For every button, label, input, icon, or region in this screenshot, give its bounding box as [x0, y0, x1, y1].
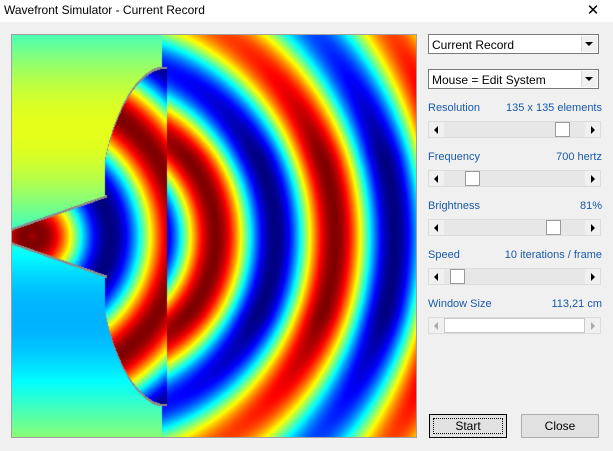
window-size-value: 113,21 cm [551, 298, 602, 310]
chevron-down-icon[interactable] [581, 36, 597, 52]
frequency-label: Frequency [428, 151, 480, 163]
brightness-slider-thumb[interactable] [546, 220, 562, 235]
close-button[interactable]: Close [521, 414, 599, 438]
arrow-right-icon[interactable] [585, 171, 600, 186]
window-size-label: Window Size [428, 298, 492, 310]
arrow-left-icon[interactable] [429, 269, 444, 284]
arrow-right-icon[interactable] [585, 220, 600, 235]
frequency-slider-thumb[interactable] [465, 171, 481, 186]
speed-value: 10 iterations / frame [504, 249, 602, 261]
brightness-slider[interactable] [428, 219, 601, 236]
window-size-slider[interactable] [428, 317, 601, 334]
window-size-slider-thumb [444, 318, 585, 333]
arrow-left-icon[interactable] [429, 220, 444, 235]
wave-simulation-view[interactable] [11, 34, 417, 438]
close-icon[interactable]: ✕ [578, 1, 608, 21]
brightness-value: 81% [579, 200, 602, 212]
start-button[interactable]: Start [429, 414, 507, 438]
resolution-slider-thumb[interactable] [554, 122, 570, 137]
speed-slider-thumb[interactable] [450, 269, 466, 284]
speed-label: Speed [428, 249, 460, 261]
arrow-left-icon[interactable] [429, 171, 444, 186]
window-title: Wavefront Simulator - Current Record [4, 3, 205, 17]
mouse-mode-select-value: Mouse = Edit System [432, 73, 546, 87]
arrow-left-icon [429, 318, 444, 333]
record-select[interactable]: Current Record [428, 34, 599, 54]
frequency-slider[interactable] [428, 170, 601, 187]
focus-rect [433, 418, 503, 434]
arrow-right-icon[interactable] [585, 122, 600, 137]
resolution-label: Resolution [428, 102, 480, 114]
speed-slider[interactable] [428, 268, 601, 285]
close-button-label: Close [544, 419, 576, 433]
brightness-label: Brightness [428, 200, 480, 212]
chevron-down-icon[interactable] [581, 71, 597, 87]
arrow-right-icon [585, 318, 600, 333]
record-select-value: Current Record [432, 38, 515, 52]
mouse-mode-select[interactable]: Mouse = Edit System [428, 69, 599, 89]
arrow-right-icon[interactable] [585, 269, 600, 284]
resolution-value: 135 x 135 elements [505, 102, 602, 114]
frequency-value: 700 hertz [556, 151, 602, 163]
title-bar: Wavefront Simulator - Current Record ✕ [0, 0, 613, 22]
resolution-slider[interactable] [428, 121, 601, 138]
arrow-left-icon[interactable] [429, 122, 444, 137]
